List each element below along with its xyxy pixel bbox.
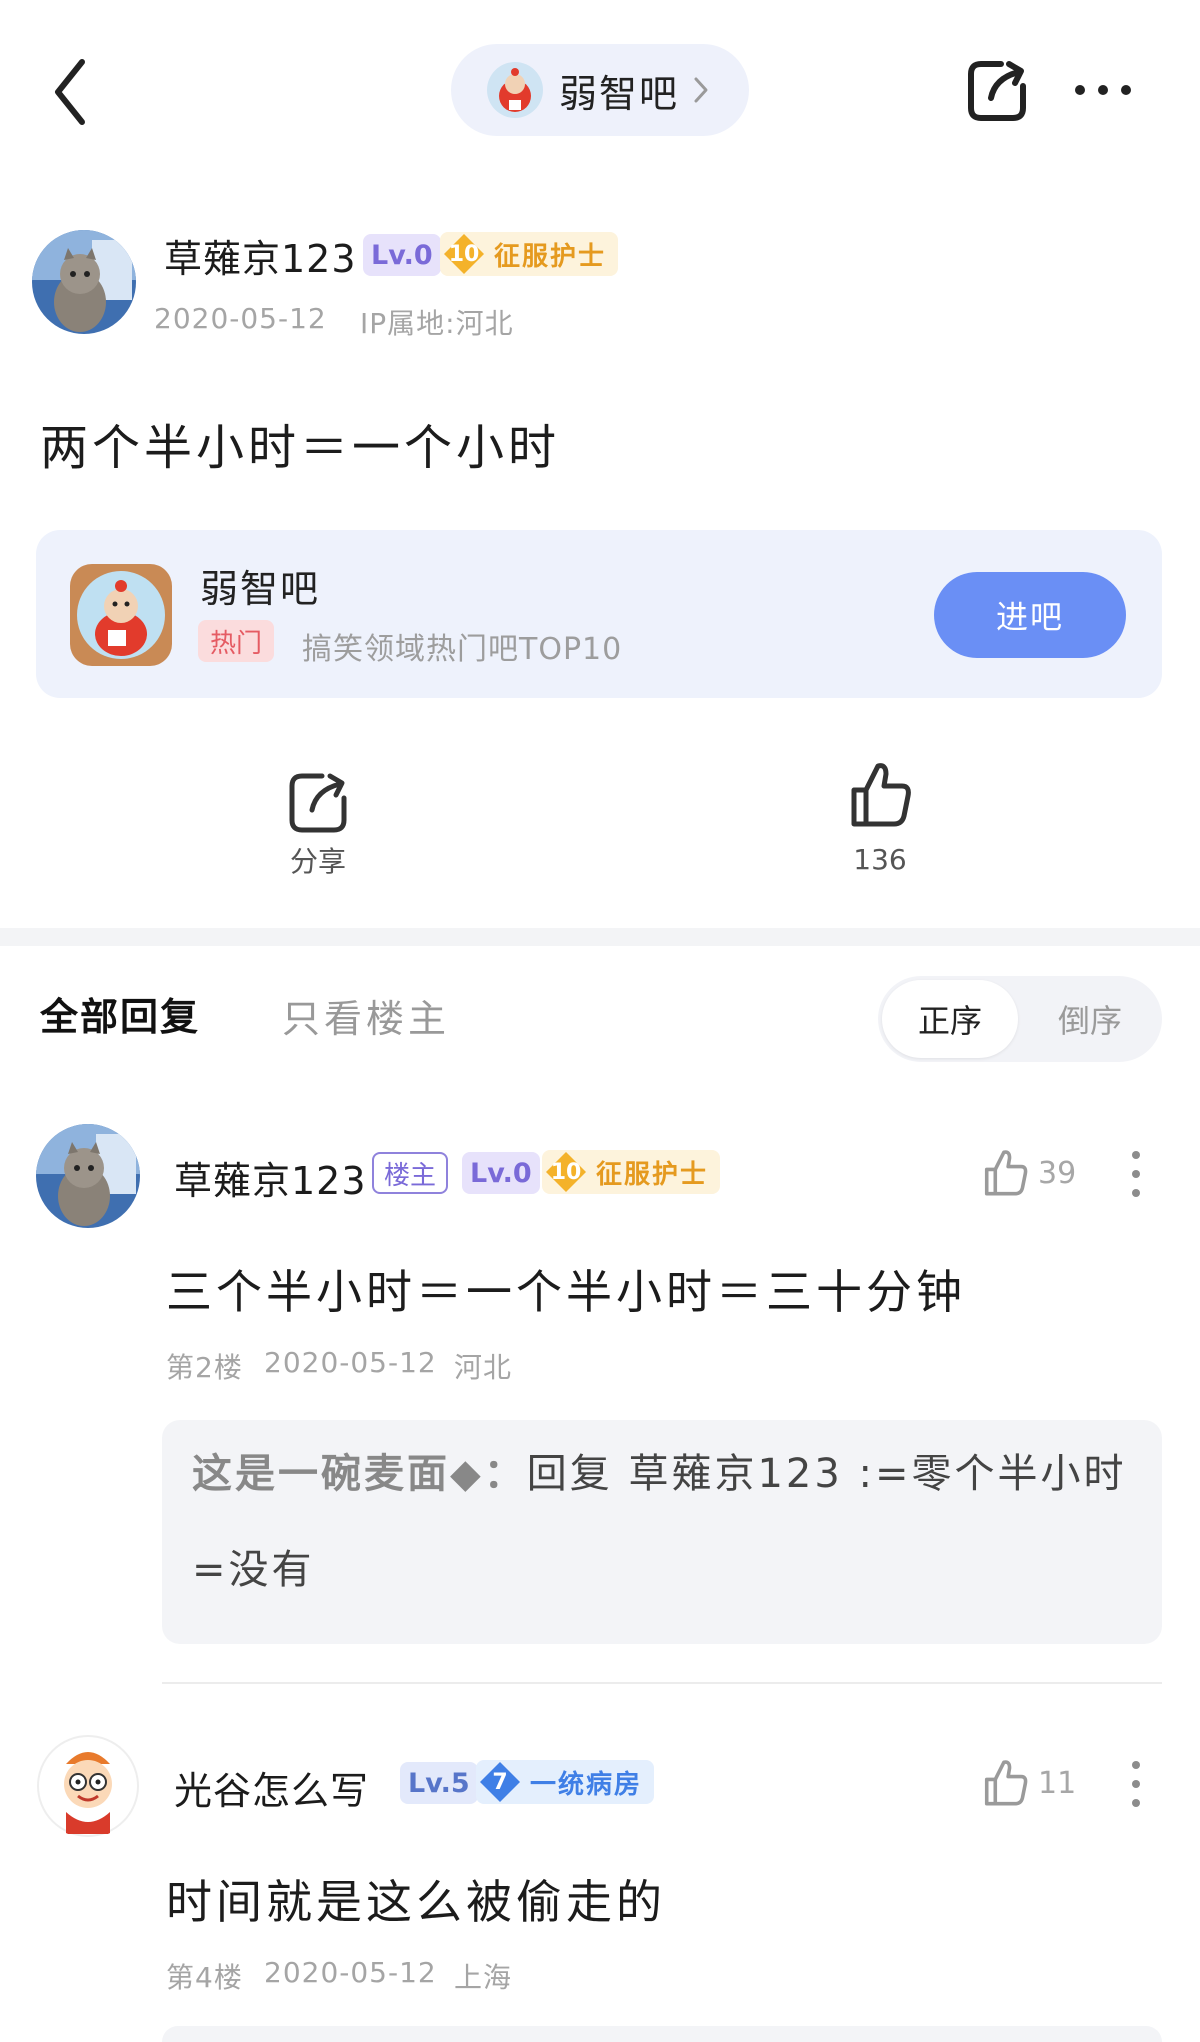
share-icon xyxy=(968,61,1026,121)
comment-like-button[interactable]: 39 xyxy=(982,1148,1076,1198)
forum-name: 弱智吧 xyxy=(559,71,680,116)
tab-all-replies[interactable]: 全部回复 xyxy=(40,986,200,1041)
comment-content: 三个半小时＝一个半小时＝三十分钟 xyxy=(166,1265,966,1319)
section-divider xyxy=(0,928,1200,946)
author-avatar[interactable] xyxy=(32,230,136,334)
forum-avatar xyxy=(487,62,543,118)
comment-date: 2020-05-12 xyxy=(264,1956,437,1989)
level-badge: Lv.0 xyxy=(462,1152,540,1194)
comment-location: 上海 xyxy=(454,1961,513,1994)
comment-username[interactable]: 光谷怎么写 xyxy=(174,1760,369,1815)
tab-op-only[interactable]: 只看楼主 xyxy=(282,988,450,1043)
thumbs-up-icon xyxy=(984,1760,1028,1806)
comment-like-button[interactable]: 11 xyxy=(982,1758,1076,1808)
comment-username[interactable]: 草薙京123 xyxy=(174,1150,367,1205)
share-action[interactable] xyxy=(286,768,352,842)
post-date: 2020-05-12 xyxy=(154,302,327,335)
sub-reply-author[interactable]: 这是一碗麦面◆： xyxy=(192,1451,527,1497)
badge-number: 10 xyxy=(448,241,480,267)
badge-number: 7 xyxy=(492,1769,508,1795)
forum-card[interactable]: 弱智吧 热门 搞笑领域热门吧TOP10 进吧 xyxy=(36,530,1162,698)
forum-card-name: 弱智吧 xyxy=(200,567,321,611)
comment-more-button[interactable] xyxy=(1131,1761,1141,1807)
badge-title: 一统病房 xyxy=(530,1769,643,1800)
sub-reply-box xyxy=(162,2026,1162,2042)
sort-toggle: 正序 倒序 xyxy=(878,976,1162,1062)
comment-date: 2020-05-12 xyxy=(264,1346,437,1379)
comment-more-button[interactable] xyxy=(1131,1151,1141,1197)
sort-desc-button[interactable]: 倒序 xyxy=(1022,980,1158,1058)
comment-separator xyxy=(162,1682,1162,1684)
hot-tag: 热门 xyxy=(198,620,275,662)
more-options-button[interactable] xyxy=(1072,70,1134,110)
post-ip-location: IP属地:河北 xyxy=(360,307,514,340)
comment-avatar[interactable] xyxy=(36,1124,140,1228)
forum-card-avatar xyxy=(70,564,172,666)
op-tag: 楼主 xyxy=(372,1152,449,1194)
comment-like-count: 11 xyxy=(1038,1765,1077,1801)
like-action[interactable] xyxy=(848,760,914,834)
forum-title-pill[interactable]: 弱智吧 xyxy=(451,44,749,136)
share-label: 分享 xyxy=(289,845,346,878)
badge-title: 征服护士 xyxy=(494,241,607,272)
badge-title: 征服护士 xyxy=(596,1159,709,1190)
comment-floor: 第2楼 xyxy=(166,1351,243,1384)
sort-asc-button[interactable]: 正序 xyxy=(882,980,1018,1058)
thumbs-up-icon xyxy=(984,1150,1028,1196)
comment-content: 时间就是这么被偷走的 xyxy=(166,1875,666,1929)
share-icon xyxy=(289,773,347,833)
level-badge: Lv.5 xyxy=(400,1762,478,1804)
more-icon xyxy=(1075,85,1131,95)
share-button[interactable] xyxy=(965,58,1031,124)
badge-number: 10 xyxy=(550,1159,582,1185)
title-badge: 7 一统病房 xyxy=(476,1760,655,1804)
forum-card-description: 搞笑领域热门吧TOP10 xyxy=(302,632,623,667)
sub-reply-box[interactable]: 这是一碗麦面◆：回复 草薙京123 :=零个半小时=没有 xyxy=(162,1420,1162,1644)
chevron-right-icon xyxy=(694,77,708,103)
join-forum-button[interactable]: 进吧 xyxy=(934,572,1126,658)
comment-location: 河北 xyxy=(454,1351,513,1384)
post-content: 两个半小时＝一个小时 xyxy=(40,420,561,476)
author-username[interactable]: 草薙京123 xyxy=(164,228,357,283)
back-button[interactable] xyxy=(44,52,104,132)
comment-floor: 第4楼 xyxy=(166,1961,243,1994)
title-badge: 10 征服护士 xyxy=(542,1150,721,1194)
level-badge: Lv.0 xyxy=(363,234,441,276)
comment-avatar[interactable] xyxy=(36,1734,140,1838)
like-count: 136 xyxy=(853,843,907,876)
title-badge: 10 征服护士 xyxy=(440,232,619,276)
thumbs-up-icon xyxy=(851,763,911,827)
comment-like-count: 39 xyxy=(1038,1155,1077,1191)
back-arrow-icon xyxy=(55,59,85,125)
